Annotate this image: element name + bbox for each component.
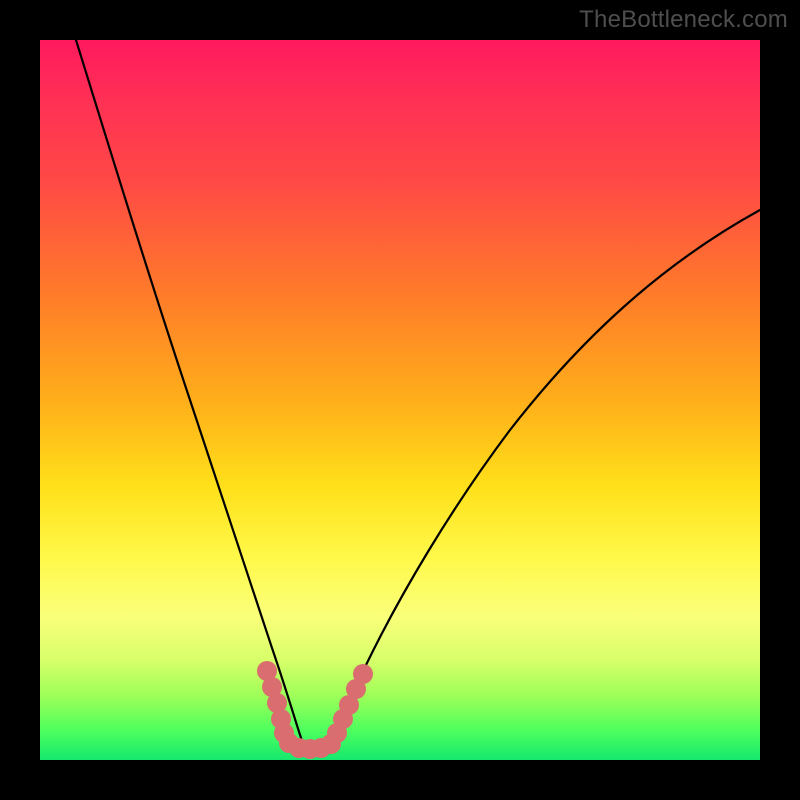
- valley-highlight: [257, 661, 373, 759]
- plot-area: [40, 40, 760, 760]
- chart-svg: [40, 40, 760, 760]
- watermark-text: TheBottleneck.com: [579, 6, 788, 34]
- chart-frame: TheBottleneck.com: [0, 0, 800, 800]
- bottleneck-curve: [76, 40, 760, 755]
